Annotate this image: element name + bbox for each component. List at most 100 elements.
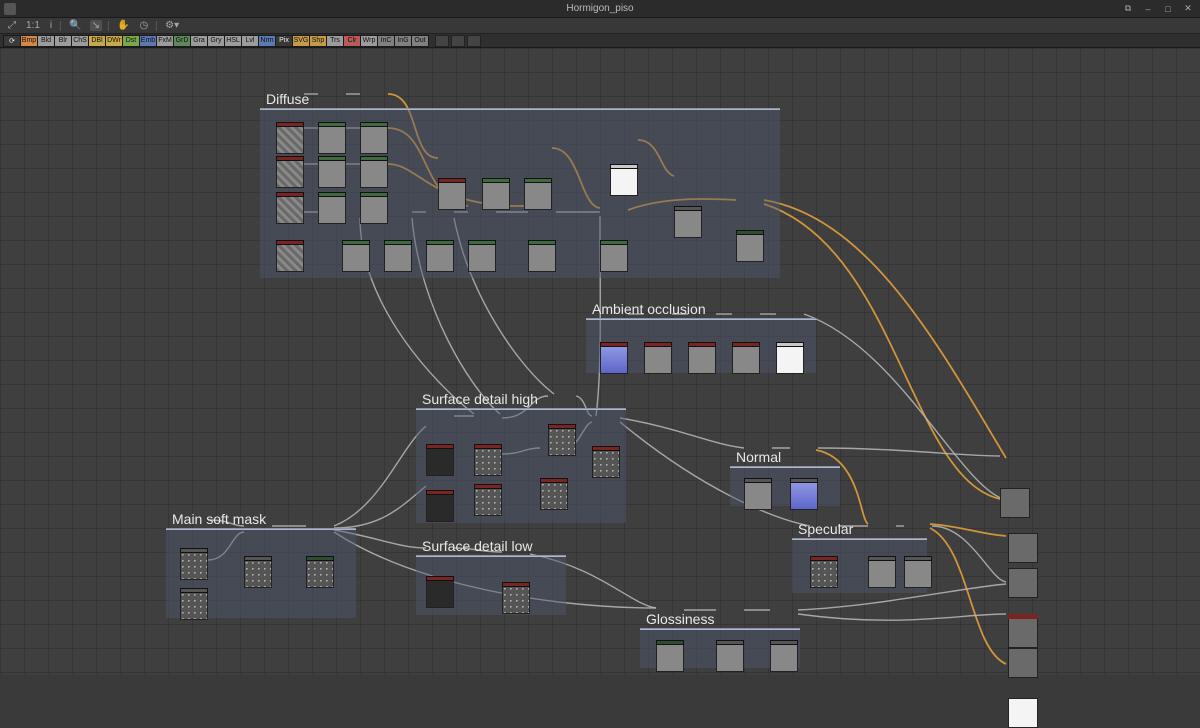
node-d_w[interactable] [610, 168, 638, 196]
node-spc0[interactable] [810, 560, 838, 588]
palette-node-ing[interactable]: InG [394, 35, 412, 47]
output-node-out2[interactable] [1008, 568, 1038, 598]
zoom-fit-button[interactable]: ⤢ [6, 20, 18, 31]
node-nrm0[interactable] [744, 482, 772, 510]
toolbar: ⤢ 1:1 i 🔍 ↘ ✋ ◷ ⚙▾ [0, 18, 1200, 34]
palette-node-pix[interactable]: Pix [275, 35, 293, 47]
palette-node-gra[interactable]: Gra [190, 35, 208, 47]
node-sdh0[interactable] [426, 448, 454, 476]
output-node-out5[interactable] [1008, 698, 1038, 728]
node-msm3[interactable] [180, 592, 208, 620]
node-d_b0[interactable] [342, 244, 370, 272]
node-sdh6[interactable] [540, 482, 568, 510]
palette-node-dst[interactable]: Dst [122, 35, 140, 47]
palette-node-out[interactable]: Out [411, 35, 429, 47]
timing-button[interactable]: ◷ [137, 20, 150, 31]
minimize-button[interactable]: – [1140, 2, 1156, 16]
hand-tool-button[interactable]: ✋ [115, 20, 131, 31]
node-d_tail0[interactable] [674, 210, 702, 238]
palette-node-trs[interactable]: Trs [326, 35, 344, 47]
palette-node-⟳[interactable]: ⟳ [3, 35, 21, 47]
node-sdh3[interactable] [592, 450, 620, 478]
node-ao1[interactable] [644, 346, 672, 374]
node-d_m2[interactable] [524, 182, 552, 210]
palette-node-wrp[interactable]: Wrp [360, 35, 378, 47]
palette-node-bld[interactable]: Bld [37, 35, 55, 47]
separator-icon [156, 21, 157, 31]
palette-node-emb[interactable]: Emb [139, 35, 157, 47]
title-bar: Hormigon_piso ⧉ – □ ✕ [0, 0, 1200, 18]
node-d_b1[interactable] [384, 244, 412, 272]
layer-icon[interactable] [451, 35, 465, 47]
palette-node-svg[interactable]: SVG [292, 35, 310, 47]
zoom-level-button[interactable]: 1:1 [24, 20, 42, 31]
pointer-tool-button[interactable]: ↘ [90, 20, 102, 31]
info-button[interactable]: i [48, 20, 54, 31]
node-ao3[interactable] [732, 346, 760, 374]
node-ao0[interactable] [600, 346, 628, 374]
node-d_tail1[interactable] [736, 234, 764, 262]
node-sdl1[interactable] [502, 586, 530, 614]
settings-button[interactable]: ⚙▾ [163, 20, 181, 31]
node-sdh4[interactable] [426, 494, 454, 522]
node-d_b4[interactable] [528, 244, 556, 272]
node-d_m0[interactable] [438, 182, 466, 210]
node-sdh5[interactable] [474, 488, 502, 516]
node-d_r2c0[interactable] [276, 196, 304, 224]
palette-node-hsl[interactable]: HSL [224, 35, 242, 47]
palette-node-blr[interactable]: Blr [54, 35, 72, 47]
node-ao2[interactable] [688, 346, 716, 374]
node-d_r3c0[interactable] [276, 244, 304, 272]
node-sdh1[interactable] [474, 448, 502, 476]
palette-node-dbl[interactable]: DBl [88, 35, 106, 47]
node-msm1[interactable] [244, 560, 272, 588]
bar-icon[interactable] [467, 35, 481, 47]
node-d_r0c0[interactable] [276, 126, 304, 154]
node-d_r1c2[interactable] [360, 160, 388, 188]
close-button[interactable]: ✕ [1180, 2, 1196, 16]
palette-node-bmp[interactable]: Bmp [20, 35, 38, 47]
node-msm0[interactable] [180, 552, 208, 580]
node-nrm1[interactable] [790, 482, 818, 510]
node-sdh2[interactable] [548, 428, 576, 456]
palette-node-nrm[interactable]: Nrm [258, 35, 276, 47]
maximize-button[interactable]: □ [1160, 2, 1176, 16]
palette-node-inc[interactable]: InC [377, 35, 395, 47]
comment-icon[interactable] [435, 35, 449, 47]
node-d_r0c2[interactable] [360, 126, 388, 154]
output-node-out4[interactable] [1008, 648, 1038, 678]
node-d_m1[interactable] [482, 182, 510, 210]
output-node-out3[interactable] [1008, 618, 1038, 648]
palette-node-fxm[interactable]: FxM [156, 35, 174, 47]
node-ao4[interactable] [776, 346, 804, 374]
output-node-out1[interactable] [1008, 533, 1038, 563]
node-d_b5[interactable] [600, 244, 628, 272]
node-gl0[interactable] [656, 644, 684, 672]
node-msm2[interactable] [306, 560, 334, 588]
node-d_r2c1[interactable] [318, 196, 346, 224]
palette-node-chs[interactable]: ChS [71, 35, 89, 47]
restore-button[interactable]: ⧉ [1120, 2, 1136, 16]
node-d_r0c1[interactable] [318, 126, 346, 154]
node-d_b3[interactable] [468, 244, 496, 272]
node-d_r2c2[interactable] [360, 196, 388, 224]
chevron-down-icon: ▾ [174, 20, 179, 31]
palette-node-dwr[interactable]: DWr [105, 35, 123, 47]
node-d_r1c1[interactable] [318, 160, 346, 188]
node-canvas[interactable]: DiffuseAmbient occlusionSurface detail h… [0, 48, 1200, 675]
palette-node-lvl[interactable]: Lvl [241, 35, 259, 47]
palette-node-clr[interactable]: Clr [343, 35, 361, 47]
node-gl2[interactable] [770, 644, 798, 672]
node-spc1[interactable] [868, 560, 896, 588]
palette-node-shp[interactable]: Shp [309, 35, 327, 47]
palette-node-gry[interactable]: Gry [207, 35, 225, 47]
node-d_b2[interactable] [426, 244, 454, 272]
palette-node-grd[interactable]: GrD [173, 35, 191, 47]
node-d_r1c0[interactable] [276, 160, 304, 188]
output-node-out0[interactable] [1000, 488, 1030, 518]
node-spc2[interactable] [904, 560, 932, 588]
node-sdl0[interactable] [426, 580, 454, 608]
node-gl1[interactable] [716, 644, 744, 672]
separator-icon [108, 21, 109, 31]
search-button[interactable]: 🔍 [67, 20, 83, 31]
